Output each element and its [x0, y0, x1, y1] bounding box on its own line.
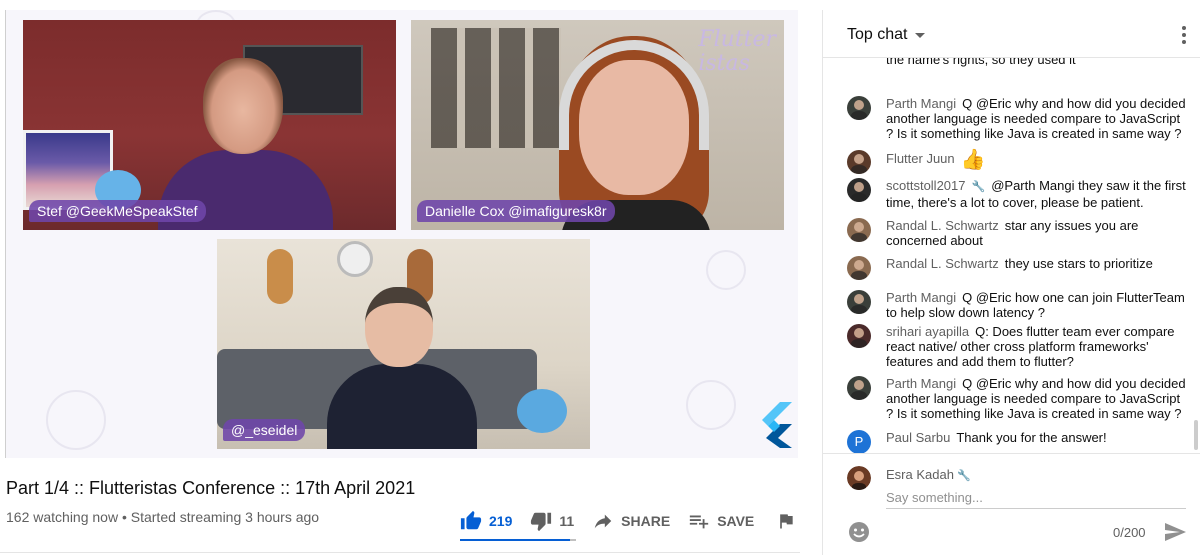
input-author-name: Esra Kadah [886, 467, 954, 482]
chat-message[interactable]: the name's rights, so they used it [847, 58, 1187, 67]
chat-message-text: the name's rights, so they used it [886, 58, 1076, 67]
emoji-button[interactable] [847, 520, 871, 544]
avatar[interactable] [847, 256, 871, 280]
participant-label: @_eseidel [223, 419, 306, 441]
chat-author-name[interactable]: Parth Mangi [886, 376, 956, 391]
chat-scrollbar[interactable] [1194, 420, 1198, 450]
chat-message[interactable]: P Paul Sarbu Thank you for the answer! [847, 430, 1187, 453]
caret-down-icon [915, 32, 926, 38]
divider [0, 552, 800, 553]
chat-message[interactable]: Parth Mangi Q @Eric why and how did you d… [847, 96, 1187, 141]
background-doodle [706, 250, 746, 290]
participant-tile-danielle: Flutter istas Danielle Cox @imafiguresk8… [411, 20, 784, 230]
flutteristas-logo: Flutter istas [698, 27, 776, 76]
share-label: SHARE [621, 513, 671, 529]
headphones [559, 40, 709, 150]
send-icon [1165, 523, 1186, 541]
video-meta: 162 watching now • Started streaming 3 h… [6, 509, 320, 525]
flag-icon [780, 514, 793, 529]
background-doodle [46, 390, 106, 450]
chat-message-text: 👍 [960, 149, 986, 171]
video-actions: 219 11 SHARE SAVE [460, 508, 796, 534]
chat-author-name[interactable]: Paul Sarbu [886, 430, 950, 445]
like-count: 219 [489, 513, 513, 529]
flutter-logo-icon [762, 402, 792, 448]
send-button[interactable] [1163, 520, 1187, 544]
save-label: SAVE [717, 513, 755, 529]
input-author: Esra Kadah 🔧 [886, 467, 977, 482]
participant-head [365, 287, 433, 367]
chat-message-text: they use stars to prioritize [1004, 256, 1153, 271]
save-button[interactable]: SAVE [688, 510, 754, 532]
chat-message-text: Thank you for the answer! [956, 430, 1107, 445]
banjo [337, 241, 373, 277]
chat-message[interactable]: Parth Mangi Q @Eric how one can join Flut… [847, 290, 1187, 320]
share-icon [594, 514, 612, 529]
share-button[interactable]: SHARE [592, 510, 670, 532]
background-doodle [686, 380, 736, 430]
chat-author-name[interactable]: scottstoll2017 [886, 178, 966, 193]
chat-message[interactable]: Parth Mangi Q @Eric why and how did you d… [847, 376, 1187, 421]
chat-message[interactable]: Randal L. Schwartz star any issues you ar… [847, 218, 1187, 248]
chat-author-name[interactable]: Parth Mangi [886, 96, 956, 111]
wall-frames [431, 28, 561, 148]
emoji-icon [849, 522, 869, 542]
wrench-icon: 🔧 [971, 181, 986, 193]
chat-mode-dropdown[interactable]: Top chat [847, 26, 926, 44]
chat-author-name[interactable]: Randal L. Schwartz [886, 218, 999, 233]
chat-message[interactable]: Randal L. Schwartz they use stars to prio… [847, 256, 1187, 280]
character-counter: 0/200 [1113, 525, 1146, 540]
chat-message-input[interactable] [886, 487, 1186, 509]
avatar[interactable] [847, 150, 871, 174]
participant-head [203, 58, 283, 154]
chat-message-list[interactable]: the name's rights, so they used it Parth … [823, 58, 1193, 453]
participant-tile-stef: Stef @GeekMeSpeakStef [23, 20, 396, 230]
chat-author-name[interactable]: srihari ayapilla [886, 324, 969, 339]
chat-message[interactable]: scottstoll2017 🔧 @Parth Mangi they saw it … [847, 178, 1187, 210]
avatar[interactable] [847, 96, 871, 120]
live-chat-panel: Top chat the name's rights, so they used… [822, 10, 1200, 555]
avatar[interactable] [847, 290, 871, 314]
sentiment-bar [460, 539, 576, 541]
avatar[interactable] [847, 218, 871, 242]
more-options-icon[interactable] [1182, 26, 1186, 44]
guitar [267, 249, 293, 304]
wrench-icon: 🔧 [956, 470, 971, 482]
thumbs-up-icon [460, 510, 482, 530]
report-button[interactable] [776, 511, 796, 531]
avatar [847, 466, 871, 490]
chat-mode-label: Top chat [847, 26, 908, 43]
like-button[interactable]: 219 [460, 510, 512, 532]
dislike-button[interactable]: 11 [530, 510, 574, 532]
chat-author-name[interactable]: Parth Mangi [886, 290, 956, 305]
dislike-count: 11 [559, 513, 575, 529]
avatar[interactable] [847, 376, 871, 400]
video-player[interactable]: Stef @GeekMeSpeakStef Flutter istas Dani… [5, 10, 798, 458]
chat-author-name[interactable]: Flutter Juun [886, 151, 955, 166]
participant-label: Danielle Cox @imafiguresk8r [417, 200, 615, 222]
avatar[interactable] [847, 324, 871, 348]
playlist-add-icon [690, 515, 709, 529]
chat-input-area: Esra Kadah🔧 0/200 [823, 453, 1200, 555]
participant-body [327, 364, 477, 449]
avatar[interactable] [847, 178, 871, 202]
avatar[interactable]: P [847, 430, 871, 453]
chat-author-name[interactable]: Randal L. Schwartz [886, 256, 999, 271]
chat-header: Top chat [823, 10, 1200, 58]
dash-mascot [517, 389, 567, 433]
participant-label: Stef @GeekMeSpeakStef [29, 200, 206, 222]
sentiment-bar-fill [460, 539, 571, 541]
chat-message[interactable]: Flutter Juun 👍 [847, 149, 1187, 174]
participant-tile-eseidel: @_eseidel [217, 239, 590, 449]
chat-message[interactable]: srihari ayapilla Q: Does flutter team eve… [847, 324, 1187, 369]
thumbs-down-icon [531, 512, 552, 532]
video-title: Part 1/4 :: Flutteristas Conference :: 1… [6, 478, 416, 498]
